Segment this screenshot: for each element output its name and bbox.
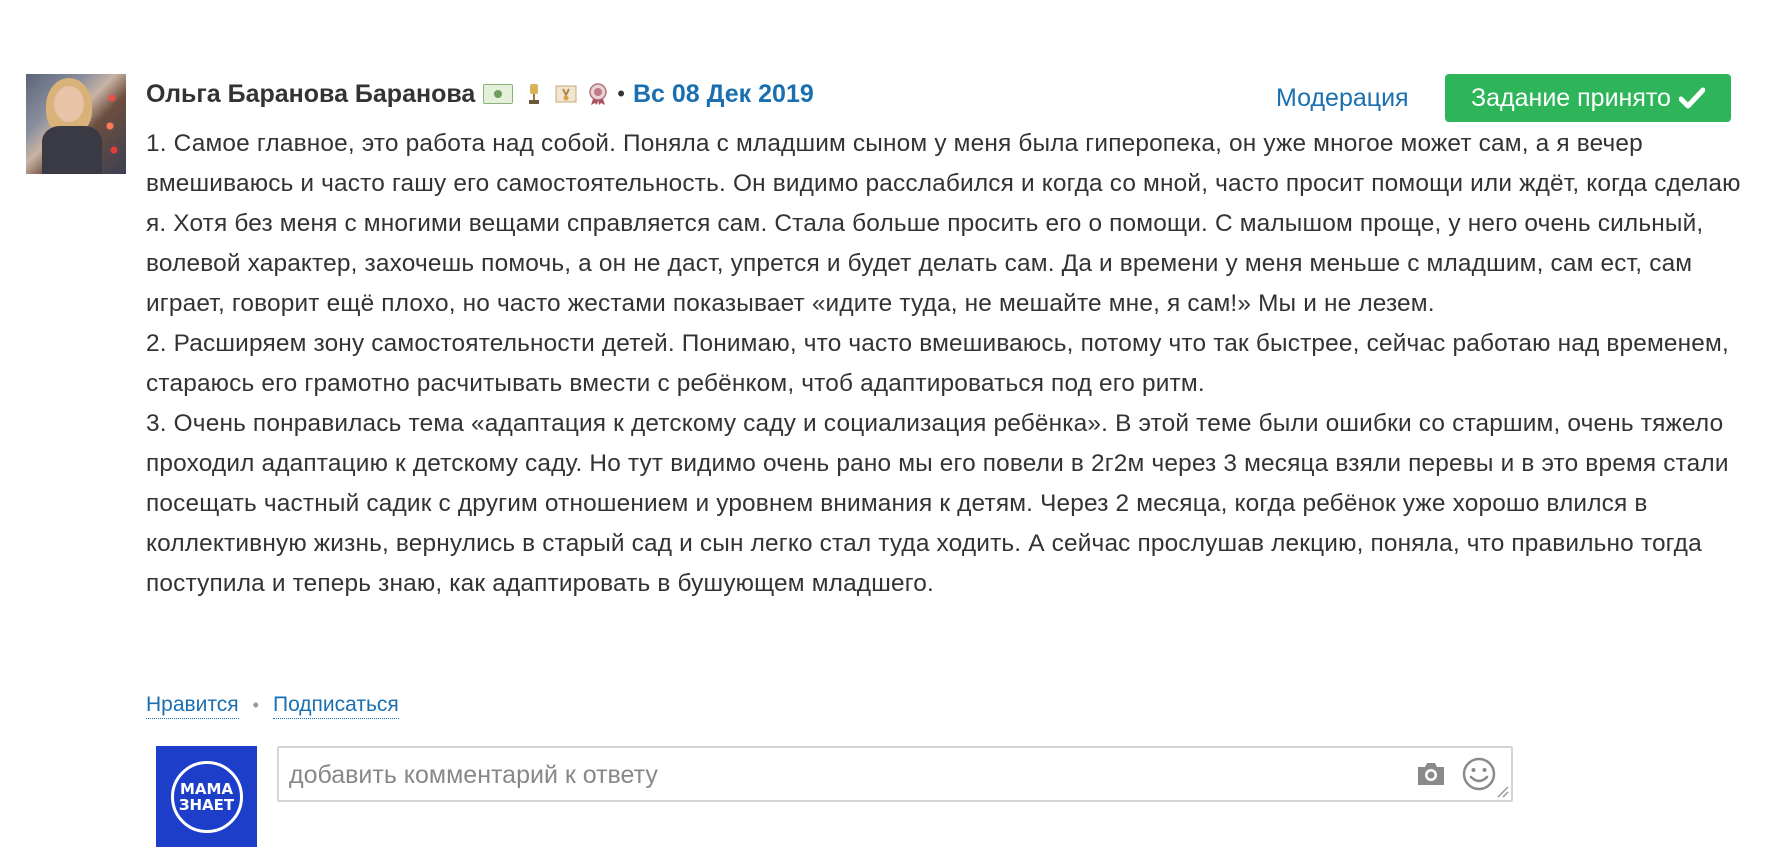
like-link[interactable]: Нравится [146, 692, 239, 719]
author-badges [483, 82, 609, 106]
answer-card: Ольга Баранова Баранова • Вс 08 Дек 2019… [0, 0, 1786, 864]
logo-line-2: ЗНАЕТ [178, 795, 235, 814]
comment-box [277, 746, 1513, 802]
answer-date-link[interactable]: Вс 08 Дек 2019 [633, 80, 814, 109]
actions-separator: • [252, 695, 259, 715]
avatar-lights [102, 82, 122, 162]
author-name[interactable]: Ольга Баранова Баранова [146, 80, 475, 109]
logo-line-1: МАМА [179, 779, 234, 798]
comment-input[interactable] [287, 752, 1391, 798]
camera-icon[interactable] [1415, 760, 1447, 788]
mama-znaet-logo: МАМА ЗНАЕТ [156, 746, 257, 847]
logo-circle: МАМА ЗНАЕТ [170, 760, 243, 833]
task-accepted-label: Задание принято [1471, 83, 1671, 112]
money-badge-icon [483, 84, 514, 104]
resize-handle-icon[interactable] [1495, 784, 1509, 798]
header-separator: • [617, 81, 625, 106]
avatar-dress [42, 126, 102, 174]
author-avatar[interactable] [26, 74, 126, 174]
trophy-badge-icon [523, 82, 545, 106]
answer-header: Ольга Баранова Баранова • Вс 08 Дек 2019 [146, 76, 814, 112]
moderation-link[interactable]: Модерация [1276, 80, 1409, 116]
smile-icon[interactable] [1461, 756, 1497, 792]
avatar-face [54, 86, 84, 122]
task-accepted-button[interactable]: Задание принято [1445, 74, 1731, 122]
check-icon [1678, 87, 1705, 109]
subscribe-link[interactable]: Подписаться [272, 692, 399, 719]
answer-body: 1. Самое главное, это работа над собой. … [146, 124, 1746, 604]
answer-actions: Нравится • Подписаться [146, 692, 399, 719]
answer-paragraph: 1. Самое главное, это работа над собой. … [146, 130, 1741, 317]
answer-paragraph: 3. Очень понравилась тема «адаптация к д… [146, 410, 1729, 597]
medal-badge-icon [587, 82, 609, 106]
certificate-badge-icon [555, 82, 577, 106]
answer-paragraph: 2. Расширяем зону самостоятельности дете… [146, 330, 1729, 397]
